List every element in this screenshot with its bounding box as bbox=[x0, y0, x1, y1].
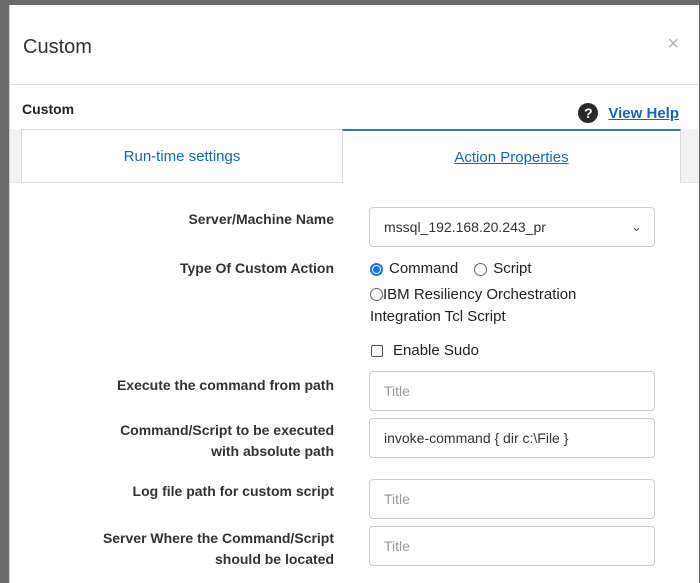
server-select[interactable]: mssql_192.168.20.243_pr ⌄ bbox=[369, 207, 655, 247]
tab-bar: Run-time settings Action Properties bbox=[10, 129, 699, 183]
dialog-header: Custom × bbox=[10, 5, 699, 85]
section-title: Custom bbox=[22, 101, 75, 117]
command-input[interactable]: invoke-command { dir c:\File } bbox=[369, 418, 655, 458]
log-path-input[interactable] bbox=[369, 479, 655, 519]
exec-path-label: Execute the command from path bbox=[116, 377, 334, 393]
radio-script[interactable] bbox=[474, 262, 488, 276]
tab-run-time-settings[interactable]: Run-time settings bbox=[21, 129, 343, 183]
radio-script-label: Script bbox=[493, 260, 532, 277]
section-header: Custom ? View Help bbox=[10, 85, 699, 129]
server-select-value: mssql_192.168.20.243_pr bbox=[384, 219, 546, 235]
log-path-label: Log file path for custom script bbox=[132, 483, 334, 499]
action-type-options: Command Script bbox=[370, 258, 532, 280]
enable-sudo-checkbox[interactable] bbox=[371, 345, 383, 357]
chevron-down-icon: ⌄ bbox=[631, 219, 642, 234]
help-area: ? View Help bbox=[578, 103, 679, 123]
enable-sudo-row: Enable Sudo bbox=[371, 340, 479, 362]
server-location-input[interactable] bbox=[369, 526, 655, 566]
server-label: Server/Machine Name bbox=[188, 211, 334, 227]
tcl-option-row: IBM Resiliency Orchestration Integration… bbox=[370, 284, 576, 328]
command-label-line2: with absolute path bbox=[211, 443, 334, 459]
custom-dialog: Custom × Custom ? View Help Run-time set… bbox=[9, 5, 699, 583]
view-help-link[interactable]: View Help bbox=[608, 105, 679, 122]
command-label-line1: Command/Script to be executed bbox=[120, 422, 334, 438]
action-type-label: Type Of Custom Action bbox=[180, 260, 334, 276]
close-icon[interactable]: × bbox=[667, 33, 679, 56]
enable-sudo-label: Enable Sudo bbox=[393, 342, 479, 359]
command-label: Command/Script to be executed with absol… bbox=[34, 420, 334, 462]
radio-tcl-label-line1: IBM Resiliency Orchestration bbox=[383, 286, 577, 303]
dialog-title: Custom bbox=[23, 36, 92, 58]
server-location-label-line2: should be located bbox=[214, 551, 334, 567]
radio-command[interactable] bbox=[370, 262, 383, 276]
server-location-label: Server Where the Command/Script should b… bbox=[34, 528, 334, 570]
exec-path-input[interactable] bbox=[369, 371, 655, 411]
radio-tcl-script[interactable] bbox=[370, 288, 383, 301]
radio-command-label: Command bbox=[389, 260, 459, 277]
tab-action-properties[interactable]: Action Properties bbox=[342, 129, 681, 183]
server-location-label-line1: Server Where the Command/Script bbox=[102, 530, 334, 546]
help-icon[interactable]: ? bbox=[578, 103, 599, 123]
radio-tcl-label-line2: Integration Tcl Script bbox=[370, 308, 506, 325]
